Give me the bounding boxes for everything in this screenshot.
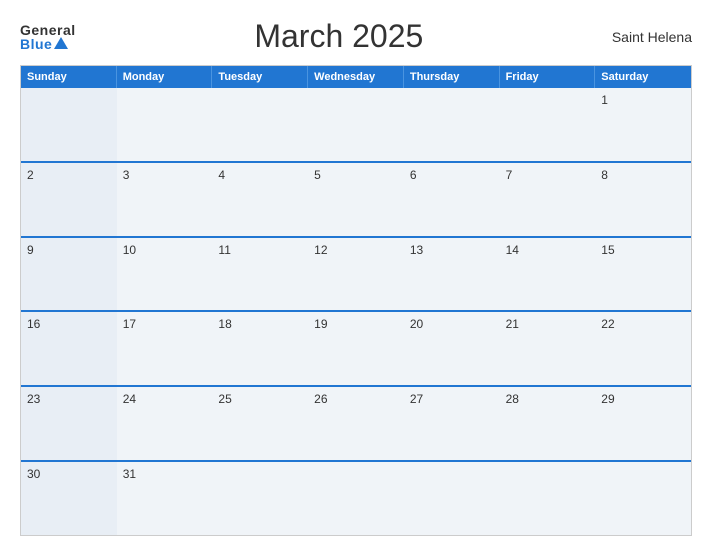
day-number: 29: [601, 392, 685, 406]
day-number: 31: [123, 467, 207, 481]
day-number: 6: [410, 168, 494, 182]
cell-w2-d6: 7: [500, 163, 596, 236]
cell-w4-d6: 21: [500, 312, 596, 385]
cell-w6-d4: [308, 462, 404, 535]
day-number: 18: [218, 317, 302, 331]
day-header-thursday: Thursday: [404, 66, 500, 88]
cell-w1-d4: [308, 88, 404, 161]
cell-w4-d1: 16: [21, 312, 117, 385]
cell-w4-d4: 19: [308, 312, 404, 385]
week-6: 30 31: [21, 460, 691, 535]
cell-w2-d5: 6: [404, 163, 500, 236]
day-number: 16: [27, 317, 111, 331]
calendar-header: General Blue March 2025 Saint Helena: [20, 18, 692, 55]
cell-w3-d4: 12: [308, 238, 404, 311]
cell-w1-d1: [21, 88, 117, 161]
cell-w5-d2: 24: [117, 387, 213, 460]
calendar-grid: Sunday Monday Tuesday Wednesday Thursday…: [20, 65, 692, 536]
cell-w5-d5: 27: [404, 387, 500, 460]
week-2: 2345678: [21, 161, 691, 236]
location-label: Saint Helena: [602, 29, 692, 45]
cell-w1-d7: 1: [595, 88, 691, 161]
cell-w3-d6: 14: [500, 238, 596, 311]
day-header-sunday: Sunday: [21, 66, 117, 88]
day-number: 13: [410, 243, 494, 257]
cell-w2-d4: 5: [308, 163, 404, 236]
day-header-tuesday: Tuesday: [212, 66, 308, 88]
cell-w2-d7: 8: [595, 163, 691, 236]
day-number: 28: [506, 392, 590, 406]
logo-triangle-icon: [54, 37, 68, 49]
calendar-page: General Blue March 2025 Saint Helena Sun…: [0, 0, 712, 550]
day-number: 19: [314, 317, 398, 331]
day-number: 9: [27, 243, 111, 257]
cell-w6-d6: [500, 462, 596, 535]
day-header-saturday: Saturday: [595, 66, 691, 88]
cell-w4-d7: 22: [595, 312, 691, 385]
day-number: 26: [314, 392, 398, 406]
day-header-wednesday: Wednesday: [308, 66, 404, 88]
week-5: 23 24 25 26 27 28 29: [21, 385, 691, 460]
cell-w3-d2: 10: [117, 238, 213, 311]
cell-w2-d3: 4: [212, 163, 308, 236]
cell-w3-d3: 11: [212, 238, 308, 311]
day-number: 24: [123, 392, 207, 406]
day-number: 30: [27, 467, 111, 481]
day-number: 1: [601, 93, 685, 107]
cell-w5-d3: 25: [212, 387, 308, 460]
days-header: Sunday Monday Tuesday Wednesday Thursday…: [21, 66, 691, 88]
cell-w3-d7: 15: [595, 238, 691, 311]
day-number: 10: [123, 243, 207, 257]
cell-w5-d6: 28: [500, 387, 596, 460]
cell-w6-d2: 31: [117, 462, 213, 535]
day-number: 20: [410, 317, 494, 331]
day-header-monday: Monday: [117, 66, 213, 88]
calendar-title: March 2025: [76, 18, 602, 55]
cell-w6-d3: [212, 462, 308, 535]
week-3: 9 10 11 12 13 14 15: [21, 236, 691, 311]
week-4: 16 17 18 19 20 21 22: [21, 310, 691, 385]
logo-general-text: General: [20, 23, 76, 37]
day-number: 21: [506, 317, 590, 331]
cell-w6-d1: 30: [21, 462, 117, 535]
cell-w5-d7: 29: [595, 387, 691, 460]
cell-w4-d5: 20: [404, 312, 500, 385]
day-number: 7: [506, 168, 590, 182]
cell-w3-d5: 13: [404, 238, 500, 311]
day-number: 14: [506, 243, 590, 257]
week-1: 1: [21, 88, 691, 161]
cell-w1-d3: [212, 88, 308, 161]
cell-w2-d1: 2: [21, 163, 117, 236]
day-number: 12: [314, 243, 398, 257]
day-number: 4: [218, 168, 302, 182]
day-number: 17: [123, 317, 207, 331]
day-number: 25: [218, 392, 302, 406]
cell-w5-d1: 23: [21, 387, 117, 460]
calendar-weeks: 1234567891011121314151617181920212223242…: [21, 88, 691, 535]
day-number: 8: [601, 168, 685, 182]
cell-w3-d1: 9: [21, 238, 117, 311]
cell-w2-d2: 3: [117, 163, 213, 236]
day-number: 11: [218, 243, 302, 257]
logo-blue-text: Blue: [20, 37, 68, 51]
cell-w1-d2: [117, 88, 213, 161]
day-number: 15: [601, 243, 685, 257]
logo: General Blue: [20, 23, 76, 51]
day-number: 27: [410, 392, 494, 406]
day-number: 2: [27, 168, 111, 182]
cell-w4-d2: 17: [117, 312, 213, 385]
day-number: 3: [123, 168, 207, 182]
cell-w5-d4: 26: [308, 387, 404, 460]
day-header-friday: Friday: [500, 66, 596, 88]
day-number: 5: [314, 168, 398, 182]
cell-w6-d5: [404, 462, 500, 535]
cell-w1-d6: [500, 88, 596, 161]
cell-w4-d3: 18: [212, 312, 308, 385]
cell-w1-d5: [404, 88, 500, 161]
day-number: 23: [27, 392, 111, 406]
day-number: 22: [601, 317, 685, 331]
cell-w6-d7: [595, 462, 691, 535]
